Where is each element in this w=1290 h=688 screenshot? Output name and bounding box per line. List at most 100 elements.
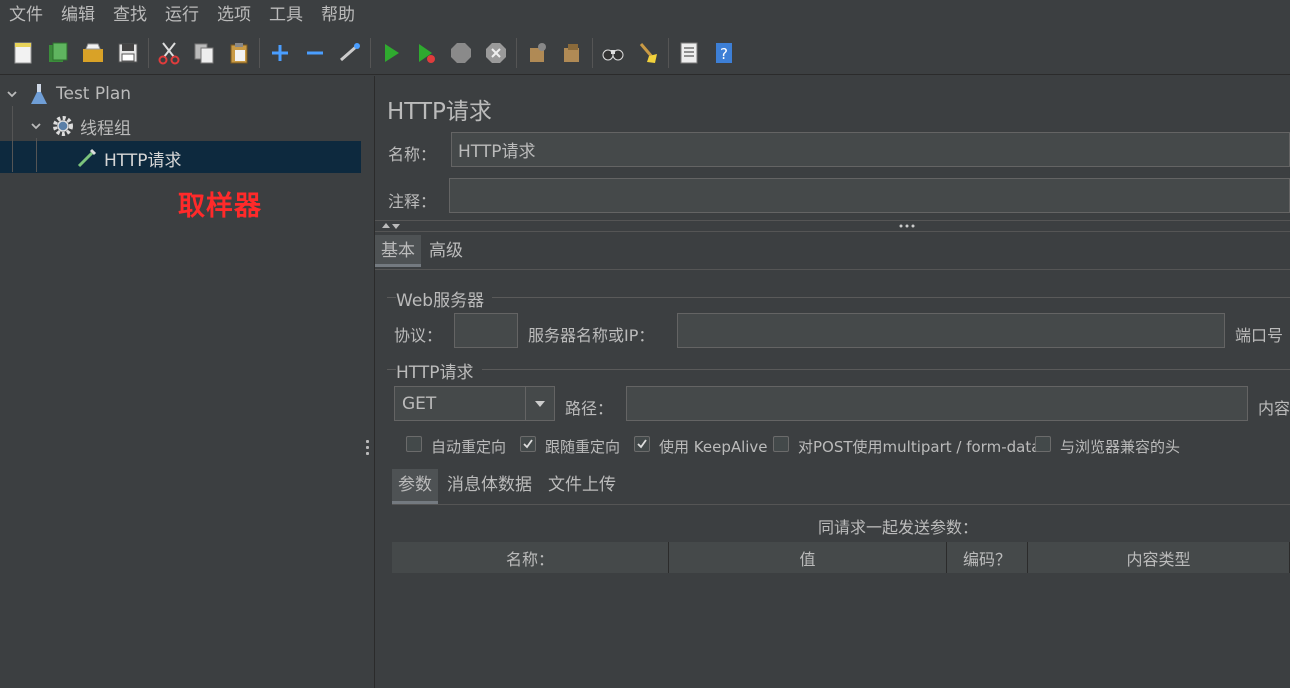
menu-tools[interactable]: 工具 (260, 0, 312, 31)
start-no-pause-icon[interactable] (411, 38, 441, 68)
new-icon[interactable] (8, 38, 38, 68)
auto-redirect-checkbox[interactable] (406, 436, 422, 452)
toolbar-separator (592, 37, 593, 68)
toolbar-separator (516, 37, 517, 68)
tab-body-data[interactable]: 消息体数据 (441, 469, 538, 501)
gear-icon (52, 115, 74, 137)
clear-all-icon[interactable] (557, 38, 587, 68)
multipart-checkbox[interactable] (773, 436, 789, 452)
open-icon[interactable] (78, 38, 108, 68)
tab-divider (392, 504, 1290, 505)
group-border (387, 369, 1290, 370)
server-name-label: 服务器名称或IP： (528, 326, 655, 345)
http-request-group-title: HTTP请求 (396, 358, 482, 383)
pipette-icon (76, 147, 98, 169)
tree-label: Test Plan (56, 84, 132, 104)
menu-file[interactable]: 文件 (0, 0, 52, 31)
server-name-field[interactable] (677, 313, 1225, 348)
menu-options[interactable]: 选项 (208, 0, 260, 31)
toolbar-separator (148, 37, 149, 68)
horizontal-splitter[interactable] (375, 220, 1290, 232)
tree-node-test-plan[interactable]: Test Plan (4, 79, 131, 109)
split-arrows-icon[interactable] (381, 222, 401, 230)
start-icon[interactable] (376, 38, 406, 68)
chevron-down-icon[interactable] (525, 387, 554, 420)
tree-node-thread-group[interactable]: 线程组 (28, 111, 131, 141)
tab-parameters[interactable]: 参数 (392, 469, 438, 504)
chevron-down-icon[interactable] (4, 86, 20, 102)
test-plan-tree: Test Plan 线程组 HTTP请求 取样器 (0, 76, 363, 688)
group-border (387, 297, 1290, 298)
protocol-label: 协议： (394, 326, 443, 345)
column-header-encode[interactable]: 编码？ (947, 542, 1028, 573)
shutdown-icon[interactable] (481, 38, 511, 68)
column-header-content-type[interactable]: 内容类型 (1028, 542, 1290, 573)
column-header-value[interactable]: 值 (669, 542, 947, 573)
cut-icon[interactable] (154, 38, 184, 68)
search-icon[interactable] (598, 38, 628, 68)
collapse-icon[interactable] (300, 38, 330, 68)
tab-divider (375, 269, 1290, 270)
keepalive-label: 使用 KeepAlive (659, 438, 768, 456)
help-icon[interactable]: ? (709, 38, 739, 68)
multipart-label: 对POST使用multipart / form-data (798, 438, 1041, 456)
name-field[interactable]: HTTP请求 (451, 132, 1290, 167)
keepalive-checkbox[interactable] (634, 436, 650, 452)
annotation-label: 取样器 (178, 191, 262, 222)
page-title: HTTP请求 (387, 99, 492, 125)
params-caption: 同请求一起发送参数： (818, 518, 979, 537)
tree-label: HTTP请求 (104, 150, 182, 171)
tab-advanced[interactable]: 高级 (423, 235, 469, 267)
menu-search[interactable]: 查找 (104, 0, 156, 31)
menu-edit[interactable]: 编辑 (52, 0, 104, 31)
flask-icon (28, 83, 50, 105)
web-server-group-title: Web服务器 (396, 286, 493, 311)
method-value: GET (402, 393, 437, 414)
path-field[interactable] (626, 386, 1248, 421)
save-icon[interactable] (113, 38, 143, 68)
browser-headers-checkbox[interactable] (1035, 436, 1051, 452)
menubar: 文件 编辑 查找 运行 选项 工具 帮助 (0, 0, 1290, 31)
toggle-icon[interactable] (335, 38, 365, 68)
content-encoding-label: 内容 (1258, 399, 1290, 418)
tree-label: 线程组 (80, 118, 131, 139)
menu-run[interactable]: 运行 (156, 0, 208, 31)
toolbar: ? (0, 31, 1290, 75)
comment-label: 注释： (388, 192, 437, 211)
tab-file-upload[interactable]: 文件上传 (542, 469, 622, 501)
tab-basic[interactable]: 基本 (375, 235, 421, 267)
auto-redirect-label: 自动重定向 (431, 438, 507, 456)
name-label: 名称： (388, 145, 437, 164)
copy-icon[interactable] (189, 38, 219, 68)
vertical-splitter[interactable] (362, 76, 375, 688)
follow-redirect-checkbox[interactable] (520, 436, 536, 452)
splitter-grip-icon[interactable] (899, 224, 915, 228)
checkmark-icon (523, 439, 533, 449)
follow-redirect-label: 跟随重定向 (545, 438, 621, 456)
comment-field[interactable] (449, 178, 1290, 213)
stop-icon[interactable] (446, 38, 476, 68)
method-select[interactable]: GET (394, 386, 555, 421)
toolbar-separator (668, 37, 669, 68)
toolbar-separator (370, 37, 371, 68)
toolbar-separator (259, 37, 260, 68)
splitter-handle-icon[interactable] (366, 440, 369, 458)
function-helper-icon[interactable] (674, 38, 704, 68)
column-header-name[interactable]: 名称： (392, 542, 669, 573)
tree-node-http-request[interactable]: HTTP请求 (76, 143, 182, 173)
browser-headers-label: 与浏览器兼容的头 (1060, 438, 1181, 456)
paste-icon[interactable] (224, 38, 254, 68)
protocol-field[interactable] (454, 313, 518, 348)
checkmark-icon (637, 439, 647, 449)
tree-guide (12, 106, 13, 172)
templates-icon[interactable] (43, 38, 73, 68)
tree-guide (36, 138, 37, 172)
expand-icon[interactable] (265, 38, 295, 68)
reset-search-icon[interactable] (633, 38, 663, 68)
svg-text:?: ? (720, 45, 728, 63)
port-label: 端口号 (1235, 326, 1284, 345)
chevron-down-icon[interactable] (28, 118, 44, 134)
menu-help[interactable]: 帮助 (312, 0, 364, 31)
clear-icon[interactable] (522, 38, 552, 68)
path-label: 路径： (565, 399, 614, 418)
